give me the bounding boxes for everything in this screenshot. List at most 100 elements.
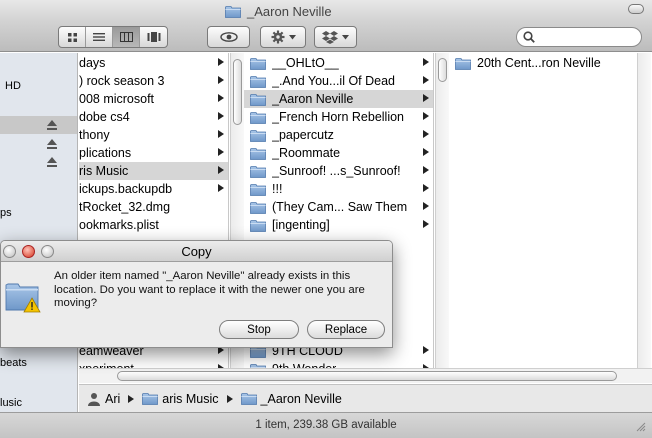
stop-button[interactable]: Stop — [219, 320, 299, 339]
disclosure-arrow-icon — [423, 166, 429, 174]
list-item[interactable]: _.And You...il Of Dead — [244, 72, 433, 90]
disclosure-arrow-icon — [423, 94, 429, 102]
list-item[interactable]: (They Cam... Saw Them — [244, 198, 433, 216]
sidebar-item-music[interactable]: lusic — [0, 394, 77, 412]
disclosure-arrow-icon — [218, 130, 224, 138]
dialog-message: An older item named "_Aaron Neville" alr… — [54, 270, 365, 309]
toolbar — [0, 22, 652, 52]
disclosure-arrow-icon — [423, 184, 429, 192]
folder-icon — [250, 129, 266, 142]
coverflow-view-icon — [147, 32, 160, 42]
eject-icon[interactable] — [46, 138, 58, 150]
search-input[interactable] — [535, 29, 635, 45]
sidebar-item-beats[interactable]: beats — [0, 354, 77, 372]
folder-icon — [250, 93, 266, 106]
chevron-down-icon — [288, 34, 296, 39]
disclosure-arrow-icon — [423, 148, 429, 156]
sidebar-item-label: beats — [0, 357, 27, 369]
list-item[interactable]: __OHLtO__ — [244, 54, 433, 72]
disclosure-arrow-icon — [218, 184, 224, 192]
disclosure-arrow-icon — [218, 112, 224, 120]
sidebar-item-selected[interactable] — [0, 116, 77, 134]
sidebar-item-label: HD — [5, 80, 21, 92]
folder-icon — [250, 165, 266, 178]
dropbox-icon — [322, 31, 338, 44]
path-bar: Ari aris Music _Aaron Neville — [79, 384, 652, 412]
window-title: _Aaron Neville — [247, 3, 332, 19]
list-item[interactable]: _Sunroof! ...s_Sunroof! — [244, 162, 433, 180]
horizontal-scrollbar[interactable] — [79, 368, 652, 383]
list-item[interactable]: 008 microsoft — [79, 90, 228, 108]
icon-view-icon — [67, 32, 77, 42]
quick-look-button[interactable] — [207, 26, 250, 48]
list-item[interactable]: _Roommate — [244, 144, 433, 162]
list-item[interactable]: ) rock season 3 — [79, 72, 228, 90]
replace-button[interactable]: Replace — [307, 320, 385, 339]
copy-dialog: Copy An older item named "_Aaron Neville… — [0, 240, 393, 348]
path-item-current[interactable]: _Aaron Neville — [261, 392, 342, 406]
path-separator-icon — [226, 394, 233, 403]
column-view-icon — [119, 32, 133, 42]
list-item[interactable]: _papercutz — [244, 126, 433, 144]
folder-icon — [250, 75, 266, 88]
list-view-icon — [93, 33, 105, 41]
disclosure-arrow-icon — [218, 166, 224, 174]
list-item[interactable]: _French Horn Rebellion — [244, 108, 433, 126]
scrollbar-thumb[interactable] — [117, 371, 617, 381]
toolbar-toggle-button[interactable] — [628, 4, 644, 14]
sidebar-item-label: lusic — [0, 397, 23, 409]
path-item-folder[interactable]: aris Music — [162, 392, 218, 406]
dialog-close-button[interactable] — [3, 245, 16, 258]
action-menu-button[interactable] — [260, 26, 306, 48]
eject-icon[interactable] — [46, 119, 58, 131]
resize-grip-icon[interactable] — [635, 421, 646, 432]
icon-view-button[interactable] — [59, 27, 86, 47]
sidebar-item-hd[interactable]: HD — [0, 77, 77, 95]
folder-icon — [241, 392, 257, 405]
list-item[interactable]: !!! — [244, 180, 433, 198]
list-item[interactable]: thony — [79, 126, 228, 144]
sidebar-item-apps[interactable]: ps — [0, 204, 77, 222]
sidebar-item-label: ps — [0, 207, 12, 219]
dialog-title: Copy — [181, 244, 212, 259]
list-item[interactable]: dobe cs4 — [79, 108, 228, 126]
folder-icon — [455, 57, 471, 70]
eject-icon[interactable] — [46, 156, 58, 168]
sidebar-item-device[interactable] — [0, 153, 77, 171]
folder-icon — [250, 219, 266, 232]
status-text: 1 item, 239.38 GB available — [255, 419, 397, 431]
disclosure-arrow-icon — [423, 346, 429, 354]
column-view-button[interactable] — [113, 27, 140, 47]
disclosure-arrow-icon — [218, 76, 224, 84]
scrollbar-thumb[interactable] — [438, 58, 447, 82]
window-titlebar: _Aaron Neville — [0, 0, 652, 22]
list-item[interactable]: tRocket_32.dmg — [79, 198, 228, 216]
column-3-scrollbar[interactable] — [637, 53, 651, 373]
list-item[interactable]: days — [79, 54, 228, 72]
list-item-selected[interactable]: ris Music — [79, 162, 228, 180]
disclosure-arrow-icon — [423, 202, 429, 210]
list-item[interactable]: ickups.backupdb — [79, 180, 228, 198]
dialog-zoom-button[interactable] — [41, 245, 54, 258]
dialog-minimize-button[interactable] — [22, 245, 35, 258]
folder-icon — [225, 5, 241, 18]
gear-icon — [271, 30, 284, 44]
list-item-selected[interactable]: _Aaron Neville — [244, 90, 433, 108]
list-item[interactable]: plications — [79, 144, 228, 162]
list-item[interactable]: [ingenting] — [244, 216, 433, 234]
folder-icon — [250, 57, 266, 70]
column-2-scrollbar[interactable] — [435, 53, 449, 373]
disclosure-arrow-icon — [423, 76, 429, 84]
dropbox-menu-button[interactable] — [314, 26, 357, 48]
list-item[interactable]: ookmarks.plist — [79, 216, 228, 234]
folder-icon — [142, 392, 158, 405]
sidebar-item-device[interactable] — [0, 135, 77, 153]
path-item-home[interactable]: Ari — [105, 392, 120, 406]
scrollbar-thumb[interactable] — [233, 59, 242, 125]
coverflow-view-button[interactable] — [140, 27, 167, 47]
folder-warning-icon — [5, 283, 41, 313]
search-field[interactable] — [516, 27, 642, 47]
list-view-button[interactable] — [86, 27, 113, 47]
folder-icon — [250, 111, 266, 124]
list-item[interactable]: 20th Cent...ron Neville — [449, 54, 652, 72]
